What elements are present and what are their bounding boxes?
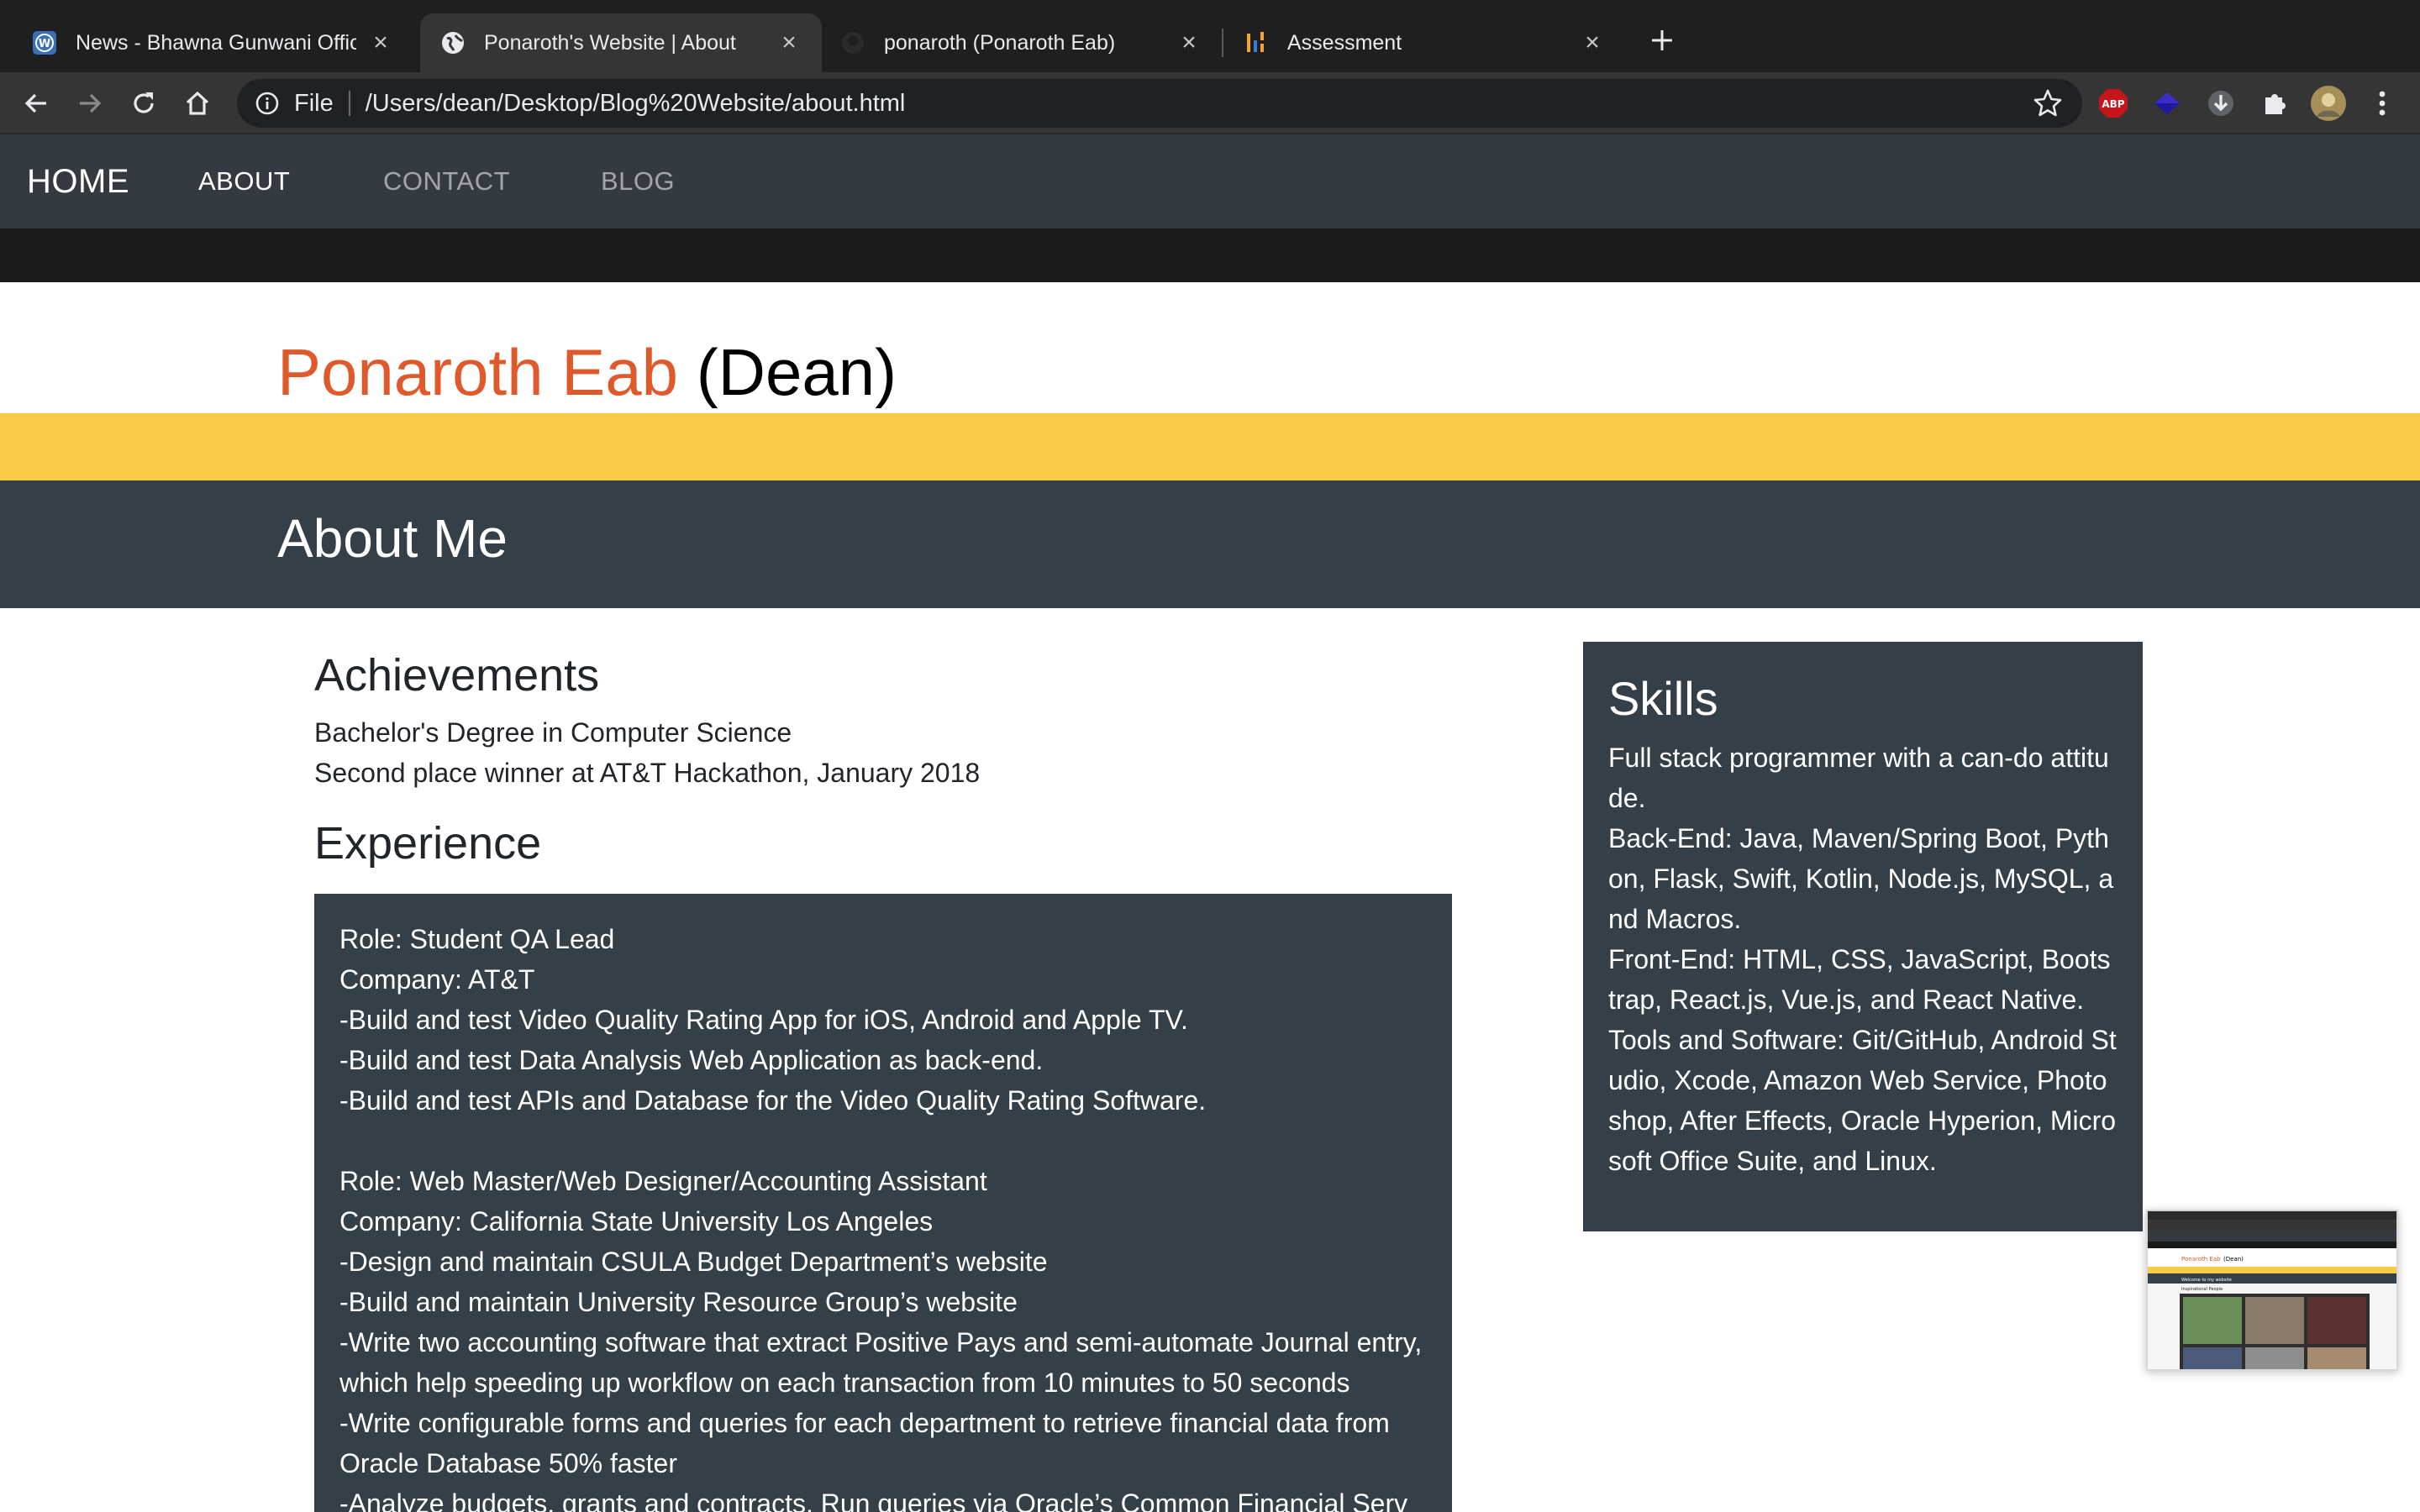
tab-github[interactable]: ponaroth (Ponaroth Eab) × <box>820 13 1222 72</box>
tab-title: Ponaroth's Website | About <box>484 30 736 55</box>
reload-button[interactable] <box>123 82 165 124</box>
plus-icon <box>1652 30 1672 50</box>
close-icon[interactable]: × <box>1580 29 1605 56</box>
nav-contact-link[interactable]: CONTACT <box>383 134 510 228</box>
experience-heading: Experience <box>314 818 542 869</box>
about-banner: About Me <box>0 480 2420 608</box>
menu-button[interactable] <box>2363 84 2402 123</box>
url-divider <box>348 91 350 116</box>
job-role: Role: Web Master/Web Designer/Accounting… <box>339 1166 987 1196</box>
skills-line: Back-End: Java, Maven/Spring Boot, Pytho… <box>1608 823 2114 934</box>
about-heading: About Me <box>277 508 508 569</box>
arrow-left-icon <box>24 93 46 113</box>
experience-panel: Role: Student QA Lead Company: AT&T -Bui… <box>314 894 1452 1512</box>
job-company: Company: AT&T <box>339 964 535 995</box>
achievements-list: Bachelor's Degree in Computer Science Se… <box>314 712 1452 793</box>
achievement-item: Bachelor's Degree in Computer Science <box>314 717 792 748</box>
kebab-menu-icon <box>2379 91 2386 116</box>
author-name: Ponaroth Eab <box>277 335 679 409</box>
job-duty: -Build and test Video Quality Rating App… <box>339 1005 1188 1035</box>
arrow-right-icon <box>80 93 102 113</box>
site-navbar: HOME ABOUT CONTACT BLOG <box>0 134 2420 228</box>
close-icon[interactable]: × <box>776 29 802 56</box>
wordpress-icon: W <box>32 30 57 55</box>
svg-text:W: W <box>39 38 50 50</box>
main-column: Achievements Bachelor's Degree in Comput… <box>314 645 1452 874</box>
star-icon[interactable] <box>2032 87 2064 119</box>
profile-avatar[interactable] <box>2309 84 2348 123</box>
skills-heading: Skills <box>1608 672 1718 725</box>
author-nickname: (Dean) <box>696 335 897 409</box>
address-bar[interactable]: File /Users/dean/Desktop/Blog%20Website/… <box>237 79 2082 128</box>
tab-title: ponaroth (Ponaroth Eab) <box>884 30 1116 55</box>
nav-home-link[interactable]: HOME <box>27 134 129 228</box>
job-duty: -Write configurable forms and queries fo… <box>339 1408 1390 1478</box>
skills-line: Front-End: HTML, CSS, JavaScript, Bootst… <box>1608 944 2111 1015</box>
back-button[interactable] <box>15 82 57 124</box>
pip-preview-window[interactable]: Ponaroth Eab (Dean) Welcome to my websit… <box>2146 1210 2398 1371</box>
job-role: Role: Student QA Lead <box>339 924 615 954</box>
skills-line: Tools and Software: Git/GitHub, Android … <box>1608 1025 2117 1176</box>
tab-news[interactable]: W News - Bhawna Gunwani Offici × <box>12 13 413 72</box>
pip-title-nick: (Dean) <box>2223 1256 2244 1263</box>
forward-button[interactable] <box>69 82 111 124</box>
home-icon <box>186 91 209 115</box>
close-icon[interactable]: × <box>368 29 393 56</box>
header-dark-band <box>0 228 2420 282</box>
job-duty: -Design and maintain CSULA Budget Depart… <box>339 1247 1048 1277</box>
close-icon[interactable]: × <box>1176 29 1202 56</box>
url-text[interactable]: /Users/dean/Desktop/Blog%20Website/about… <box>366 90 906 118</box>
job-spacer <box>339 1121 1427 1161</box>
puzzle-icon[interactable] <box>2255 84 2294 123</box>
tab-about[interactable]: Ponaroth's Website | About × <box>420 13 822 72</box>
skills-line: Full stack programmer with a can-do atti… <box>1608 743 2109 813</box>
job-duty: -Build and test Data Analysis Web Applic… <box>339 1045 1044 1075</box>
reload-icon <box>134 92 154 113</box>
browser-tabstrip: W News - Bhawna Gunwani Offici × Ponarot… <box>0 0 2420 72</box>
pip-title-name: Ponaroth Eab <box>2181 1256 2221 1263</box>
tab-title: Assessment <box>1287 30 1402 55</box>
achievements-heading: Achievements <box>314 650 600 701</box>
job-duty: -Build and maintain University Resource … <box>339 1287 1018 1317</box>
job-duty: -Build and test APIs and Database for th… <box>339 1085 1207 1116</box>
tab-title: News - Bhawna Gunwani Offici <box>76 30 356 55</box>
download-extension-icon[interactable] <box>2202 84 2240 123</box>
home-button[interactable] <box>176 82 218 124</box>
url-scheme: File <box>294 89 334 117</box>
job-duty: -Analyze budgets, grants and contracts. … <box>339 1488 1408 1512</box>
github-icon <box>840 30 865 55</box>
new-tab-button[interactable] <box>1640 18 1684 62</box>
pip-welcome-text: Welcome to my website <box>2181 1278 2232 1283</box>
svg-text:ABP: ABP <box>2102 98 2124 110</box>
achievement-item: Second place winner at AT&T Hackathon, J… <box>314 758 981 788</box>
accent-band <box>0 413 2420 480</box>
nav-about-link[interactable]: ABOUT <box>198 134 290 228</box>
info-icon[interactable] <box>254 90 281 117</box>
abp-icon[interactable]: ABP <box>2094 84 2133 123</box>
skills-panel: Skills Full stack programmer with a can-… <box>1583 642 2143 1231</box>
job-duty: -Write two accounting software that extr… <box>339 1327 1423 1398</box>
browser-toolbar: File /Users/dean/Desktop/Blog%20Website/… <box>0 72 2420 134</box>
assessment-icon <box>1244 30 1269 55</box>
gem-extension-icon[interactable] <box>2148 84 2186 123</box>
pip-subheading: Inspirational People <box>2181 1287 2223 1292</box>
pip-preview-graphic: Ponaroth Eab (Dean) Welcome to my websit… <box>2148 1211 2396 1369</box>
tab-assessment[interactable]: Assessment × <box>1223 13 1625 72</box>
page-title: Ponaroth Eab (Dean) <box>277 334 897 411</box>
globe-icon <box>440 30 466 55</box>
nav-blog-link[interactable]: BLOG <box>601 134 675 228</box>
job-company: Company: California State University Los… <box>339 1206 934 1236</box>
